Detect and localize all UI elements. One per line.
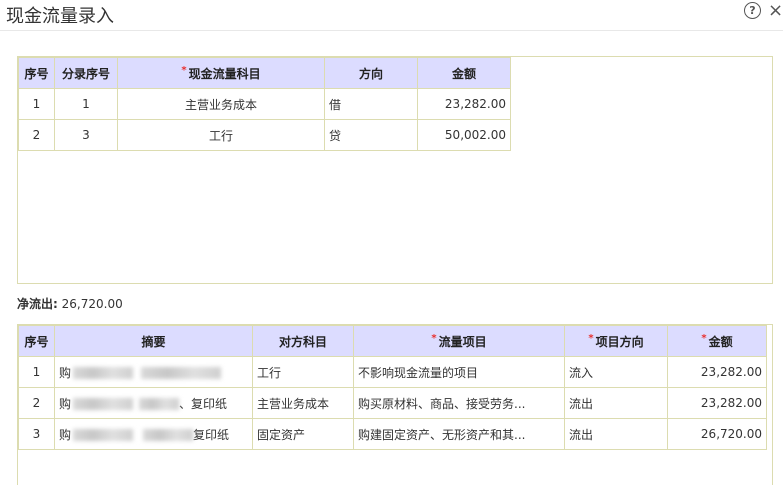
flow-table: 序号 摘要 对方科目 * 流量项目 * 项目方向 * 金额 1 购 工行 不影响现金流…: [18, 325, 767, 450]
help-icon[interactable]: ?: [744, 2, 761, 19]
table-row[interactable]: 1 购 工行 不影响现金流量的项目 流入 23,282.00: [18, 356, 767, 388]
col-direction: 方向: [324, 57, 418, 89]
summary-cell[interactable]: 购、复印纸: [54, 387, 253, 419]
col-flow-item: * 流量项目: [353, 325, 565, 357]
col-item-direction: * 项目方向: [564, 325, 668, 357]
table-row[interactable]: 1 1 主营业务成本 借 23,282.00: [18, 88, 511, 120]
col-entry-seq: 分录序号: [54, 57, 118, 89]
summary-cell[interactable]: 购: [54, 356, 253, 388]
entry-table: 序号 分录序号 * 现金流量科目 方向 金额 1 1 主营业务成本 借 23,28…: [18, 57, 511, 151]
net-outflow: 净流出: 26,720.00: [17, 295, 123, 312]
table-row[interactable]: 2 购、复印纸 主营业务成本 购买原材料、商品、接受劳务... 流出 23,28…: [18, 387, 767, 419]
dialog-title: 现金流量录入: [6, 6, 114, 27]
table-row[interactable]: 2 3 工行 贷 50,002.00: [18, 119, 511, 151]
summary-cell[interactable]: 购复印纸: [54, 418, 253, 450]
col-summary: 摘要: [54, 325, 253, 357]
dialog-titlebar: 现金流量录入 ? ×: [0, 0, 783, 31]
close-icon[interactable]: ×: [768, 0, 783, 21]
entry-table-panel: 序号 分录序号 * 现金流量科目 方向 金额 1 1 主营业务成本 借 23,28…: [17, 56, 773, 284]
col-seq: 序号: [18, 57, 55, 89]
col-cash-subject: * 现金流量科目: [117, 57, 325, 89]
flow-table-panel: 序号 摘要 对方科目 * 流量项目 * 项目方向 * 金额 1 购 工行 不影响现金流…: [17, 324, 773, 485]
col-amount: * 金额: [667, 325, 767, 357]
net-outflow-label: 净流出:: [17, 297, 58, 311]
table-row[interactable]: 3 购复印纸 固定资产 购建固定资产、无形资产和其... 流出 26,720.0…: [18, 418, 767, 450]
col-counter-subject: 对方科目: [252, 325, 354, 357]
col-seq: 序号: [18, 325, 55, 357]
col-amount: 金额: [417, 57, 511, 89]
net-outflow-value: 26,720.00: [61, 297, 123, 311]
